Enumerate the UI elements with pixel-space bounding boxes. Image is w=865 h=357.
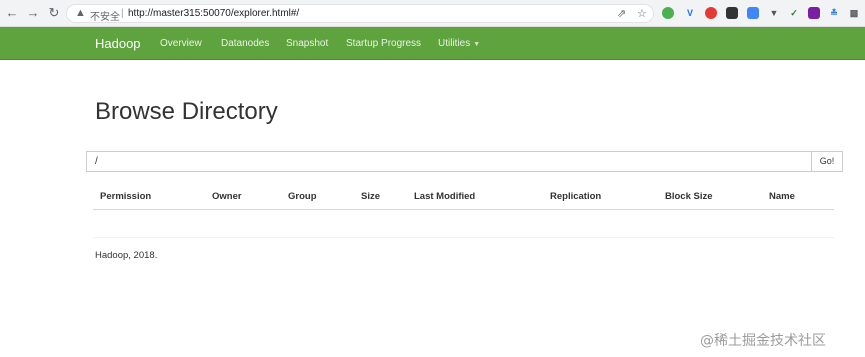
watermark: @稀土掘金技术社区 xyxy=(700,333,826,349)
browser-toolbar: ← → ↻ ▲ 不安全 | http://master315:50070/exp… xyxy=(0,0,865,27)
warning-triangle-icon[interactable]: ▲ xyxy=(75,7,86,19)
column-name[interactable]: Name xyxy=(769,191,795,202)
extension-chevron-icon[interactable]: ▼ xyxy=(768,7,780,19)
url-text[interactable]: http://master315:50070/explorer.html#/ xyxy=(128,8,299,19)
nav-startup-progress[interactable]: Startup Progress xyxy=(346,38,421,49)
column-owner[interactable]: Owner xyxy=(212,191,242,202)
table-body-empty xyxy=(93,210,834,238)
directory-path-input[interactable]: / xyxy=(86,151,812,172)
nav-utilities[interactable]: Utilities ▼ xyxy=(438,38,480,49)
column-last-modified[interactable]: Last Modified xyxy=(414,191,475,202)
extension-translate-icon[interactable] xyxy=(747,7,759,19)
caret-down-icon: ▼ xyxy=(473,41,481,48)
go-button[interactable]: Go! xyxy=(811,151,843,172)
extension-red-icon[interactable] xyxy=(705,7,717,19)
column-block-size[interactable]: Block Size xyxy=(665,191,713,202)
top-navbar: Hadoop Overview Datanodes Snapshot Start… xyxy=(0,27,865,60)
address-bar[interactable]: ▲ 不安全 | http://master315:50070/explorer.… xyxy=(66,4,654,23)
nav-overview[interactable]: Overview xyxy=(160,38,202,49)
column-size[interactable]: Size xyxy=(361,191,380,202)
nav-utilities-label: Utilities xyxy=(438,38,471,49)
address-separator: | xyxy=(121,8,124,19)
column-replication[interactable]: Replication xyxy=(550,191,601,202)
back-icon[interactable]: ← xyxy=(4,5,20,21)
extensions-puzzle-icon[interactable]: ▩ xyxy=(848,7,860,19)
reload-icon[interactable]: ↻ xyxy=(46,5,62,21)
insecure-label[interactable]: 不安全 xyxy=(90,8,120,23)
brand-link[interactable]: Hadoop xyxy=(95,36,141,51)
footer-text: Hadoop, 2018. xyxy=(95,250,158,261)
star-icon[interactable]: ☆ xyxy=(637,7,647,20)
page-title: Browse Directory xyxy=(95,98,278,125)
extension-v-icon[interactable]: V xyxy=(684,7,696,19)
extension-leaf-icon[interactable]: ✓ xyxy=(788,7,800,19)
extension-download-icon[interactable]: ≛ xyxy=(828,7,840,19)
extension-purple-icon[interactable] xyxy=(808,7,820,19)
table-header-row: Permission Owner Group Size Last Modifie… xyxy=(93,187,834,210)
extension-green-icon[interactable] xyxy=(662,7,674,19)
nav-snapshot[interactable]: Snapshot xyxy=(286,38,328,49)
extension-dark-icon[interactable] xyxy=(726,7,738,19)
column-permission[interactable]: Permission xyxy=(100,191,151,202)
forward-icon[interactable]: → xyxy=(25,5,41,21)
nav-datanodes[interactable]: Datanodes xyxy=(221,38,269,49)
share-icon[interactable]: ⇗ xyxy=(617,7,626,20)
column-group[interactable]: Group xyxy=(288,191,317,202)
